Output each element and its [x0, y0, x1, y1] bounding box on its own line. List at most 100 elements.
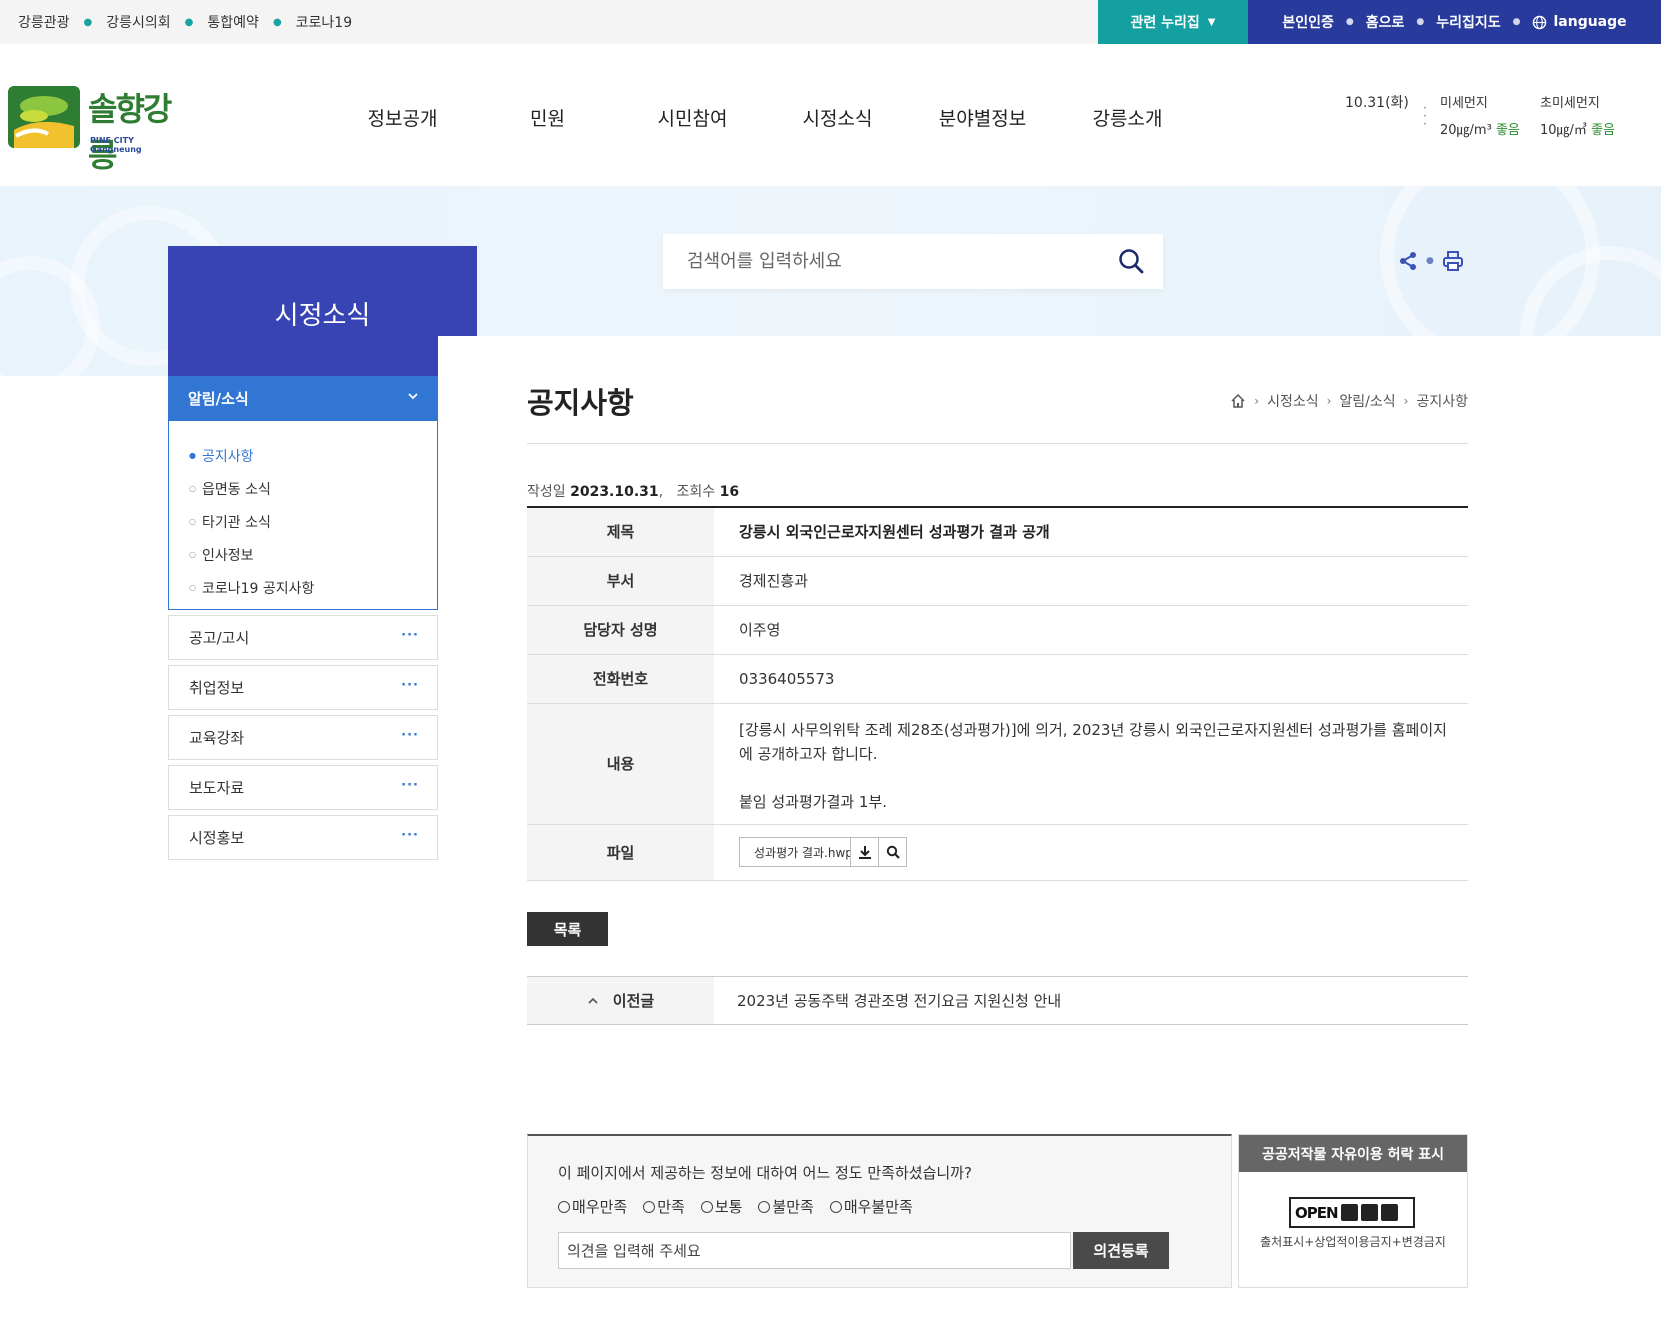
lnb-item-promotion[interactable]: 시정홍보 ··· — [168, 815, 438, 860]
table-row: 담당자 성명 이주영 — [527, 605, 1468, 655]
weather-date: 10.31(화) — [1345, 95, 1409, 111]
lnb-sub-personnel[interactable]: ○ 인사정보 — [169, 538, 437, 571]
content-background — [438, 336, 1661, 376]
logo-subtitle: PINE CITY Gangneung — [90, 136, 142, 154]
top-link-council[interactable]: 강릉시의회 — [106, 12, 170, 32]
prev-post-row[interactable]: 이전글 2023년 공동주택 경관조명 전기요금 지원신청 안내 — [527, 976, 1468, 1025]
option-label: 보통 — [714, 1198, 743, 1216]
attachment-name[interactable]: 성과평가 결과.hwp — [740, 843, 850, 861]
breadcrumb-item[interactable]: 공지사항 — [1416, 391, 1468, 411]
auth-link[interactable]: 본인인증 — [1282, 12, 1334, 32]
breadcrumb: › 시정소식 › 알림/소식 › 공지사항 — [1230, 391, 1468, 411]
page-tools: ● — [1398, 250, 1464, 272]
download-icon — [858, 846, 871, 859]
gnb-city-news[interactable]: 시정소식 — [765, 104, 910, 131]
gnb-about[interactable]: 강릉소개 — [1055, 104, 1200, 131]
related-sites-button[interactable]: 관련 누리집 ▼ — [1098, 0, 1248, 44]
gnb-info-disclosure[interactable]: 정보공개 — [330, 104, 475, 131]
chevron-right-icon: › — [1326, 394, 1332, 408]
lnb-item-label: 알림/소식 — [188, 390, 249, 408]
survey-option-very-satisfied[interactable]: 매우만족 — [558, 1196, 627, 1217]
title-divider — [527, 443, 1468, 444]
home-icon[interactable] — [1230, 393, 1246, 409]
post-views: 16 — [719, 484, 740, 500]
home-link[interactable]: 홈으로 — [1366, 12, 1405, 32]
download-button[interactable] — [850, 838, 878, 866]
survey-option-very-dissatisfied[interactable]: 매우불만족 — [829, 1196, 913, 1217]
subject-label: 제목 — [527, 507, 714, 557]
bullet-icon: ○ — [189, 484, 196, 493]
preview-button[interactable] — [878, 838, 906, 866]
opinion-submit-button[interactable]: 의견등록 — [1073, 1232, 1169, 1269]
pm10-label: 미세먼지 — [1440, 96, 1488, 111]
breadcrumb-item[interactable]: 시정소식 — [1267, 391, 1319, 411]
lnb-item-label: 공고/고시 — [189, 629, 250, 647]
post-subject: 강릉시 외국인근로자지원센터 성과평가 결과 공개 — [714, 507, 1468, 557]
option-label: 매우불만족 — [843, 1198, 913, 1216]
post-file: 성과평가 결과.hwp — [714, 824, 1468, 881]
search-icon[interactable] — [1117, 247, 1145, 275]
related-sites-label: 관련 누리집 — [1130, 15, 1200, 31]
lnb-sub-label: 공지사항 — [201, 448, 254, 465]
lnb-sub-other-agency[interactable]: ○ 타기관 소식 — [169, 505, 437, 538]
language-button[interactable]: language — [1532, 14, 1627, 30]
lnb-item-label: 교육강좌 — [189, 729, 245, 747]
gnb-civil-complaint[interactable]: 민원 — [475, 104, 620, 131]
date-label: 작성일 — [527, 484, 566, 500]
top-link-reservation[interactable]: 통합예약 — [207, 12, 259, 32]
satisfaction-survey: 이 페이지에서 제공하는 정보에 대하여 어느 정도 만족하셨습니까? 매우만족… — [527, 1134, 1232, 1288]
attribution-icon — [1340, 1204, 1358, 1221]
post-dept: 경제진흥과 — [714, 556, 1468, 606]
radio-icon — [700, 1200, 713, 1213]
lnb-sub-town-news[interactable]: ○ 읍면동 소식 — [169, 472, 437, 505]
site-header: 솔향강릉 PINE CITY Gangneung 정보공개 민원 시민참여 시정… — [0, 44, 1661, 186]
views-label: 조회수 — [676, 484, 716, 500]
lnb-item-education[interactable]: 교육강좌 ··· — [168, 715, 438, 760]
pm25-value: 10㎍/㎥ — [1540, 123, 1587, 138]
radio-icon — [829, 1200, 842, 1213]
gnb-field-info[interactable]: 분야별정보 — [910, 104, 1055, 131]
breadcrumb-item[interactable]: 알림/소식 — [1339, 391, 1395, 411]
lnb-item-notice-news[interactable]: 알림/소식 — [168, 376, 438, 421]
prev-post-title[interactable]: 2023년 공동주택 경관조명 전기요금 지원신청 안내 — [714, 977, 1061, 1024]
lnb-sub-label: 타기관 소식 — [201, 514, 271, 531]
lnb-item-press[interactable]: 보도자료 ··· — [168, 765, 438, 810]
pine-tree-logo-icon — [8, 86, 80, 148]
table-row: 부서 경제진흥과 — [527, 556, 1468, 606]
prev-post-label-cell: 이전글 — [527, 977, 714, 1024]
lnb-item-announcement[interactable]: 공고/고시 ··· — [168, 615, 438, 660]
top-right-menu: 본인인증 ● 홈으로 ● 누리집지도 ● language — [1248, 0, 1661, 44]
sitemap-link[interactable]: 누리집지도 — [1436, 12, 1500, 32]
search-input[interactable] — [687, 244, 1087, 278]
survey-option-neutral[interactable]: 보통 — [700, 1196, 743, 1217]
lnb-sub-covid-notice[interactable]: ○ 코로나19 공지사항 — [169, 571, 437, 604]
prev-post-label: 이전글 — [612, 992, 655, 1010]
survey-option-satisfied[interactable]: 만족 — [643, 1196, 685, 1217]
separator-dot: ● — [1416, 17, 1425, 27]
lnb-sub-notice[interactable]: ● 공지사항 — [169, 439, 437, 472]
post-content: [강릉시 사무의위탁 조례 제28조(성과평가)]에 의거, 2023년 강릉시… — [714, 703, 1468, 825]
post-phone: 0336405573 — [714, 654, 1468, 704]
share-icon[interactable] — [1398, 251, 1418, 271]
lnb-item-jobs[interactable]: 취업정보 ··· — [168, 665, 438, 710]
survey-option-dissatisfied[interactable]: 불만족 — [758, 1196, 814, 1217]
site-logo[interactable]: 솔향강릉 PINE CITY Gangneung — [8, 84, 183, 174]
main-navigation: 정보공개 민원 시민참여 시정소식 분야별정보 강릉소개 — [330, 104, 1200, 131]
attachment: 성과평가 결과.hwp — [739, 837, 907, 867]
list-button[interactable]: 목록 — [527, 912, 608, 946]
file-label: 파일 — [527, 824, 714, 881]
top-link-tourism[interactable]: 강릉관광 — [18, 12, 70, 32]
kogl-badge[interactable]: OPEN — [1289, 1197, 1415, 1228]
pm10-block: 미세먼지 20㎍/m³ 좋음 — [1440, 92, 1520, 138]
lnb-submenu: ● 공지사항 ○ 읍면동 소식 ○ 타기관 소식 ○ 인사정보 ○ 코로나19 공지사항 — [168, 421, 438, 610]
more-icon: ··· — [401, 678, 419, 693]
gnb-participation[interactable]: 시민참여 — [620, 104, 765, 131]
top-link-covid19[interactable]: 코로나19 — [296, 12, 352, 32]
more-icon: ··· — [401, 828, 419, 843]
kogl-license: 공공저작물 자유이용 허락 표시 OPEN 출처표시+상업적이용금지+변경금지 — [1238, 1134, 1468, 1288]
chevron-up-icon — [588, 997, 598, 1004]
attachment-filename: 성과평가 결과.hwp — [754, 845, 850, 860]
bullet-icon: ● — [189, 451, 196, 460]
opinion-input[interactable] — [558, 1232, 1071, 1269]
print-icon[interactable] — [1442, 250, 1464, 272]
